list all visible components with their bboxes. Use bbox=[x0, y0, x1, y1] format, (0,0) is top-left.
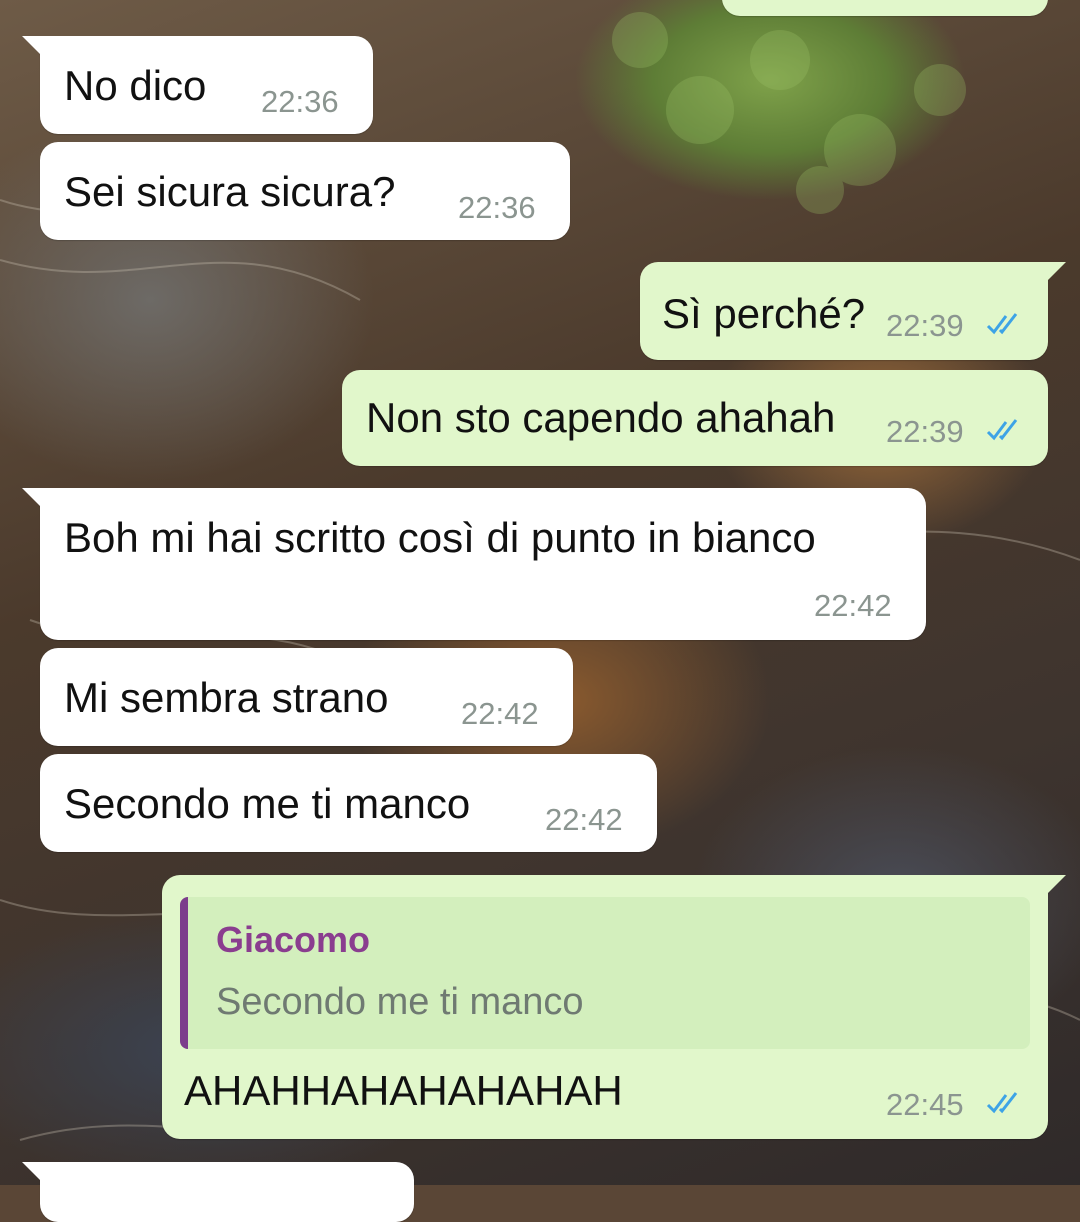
message-bubble-outgoing[interactable]: Sì perché? 22:39 bbox=[640, 262, 1066, 360]
message-text: AHAHHAHAHAHAHAH bbox=[184, 1067, 623, 1114]
message-time: 22:36 bbox=[261, 84, 339, 119]
message-bubble-partial-bottom[interactable] bbox=[22, 1162, 414, 1222]
message-text: Sei sicura sicura? bbox=[64, 168, 396, 215]
message-text: Mi sembra strano bbox=[64, 674, 389, 721]
message-bubble-outgoing-reply[interactable]: Giacomo Secondo me ti manco AHAHHAHAHAHA… bbox=[162, 875, 1066, 1139]
message-bubble-incoming[interactable]: Mi sembra strano 22:42 bbox=[40, 648, 573, 746]
message-bubble-outgoing[interactable]: Non sto capendo ahahah 22:39 bbox=[342, 370, 1048, 466]
message-text: Boh mi hai scritto così di punto in bian… bbox=[64, 514, 816, 561]
quoted-message[interactable]: Giacomo Secondo me ti manco bbox=[180, 897, 1030, 1049]
message-bubble-partial-top[interactable] bbox=[722, 0, 1048, 16]
message-text: Secondo me ti manco bbox=[64, 780, 471, 827]
double-check-icon bbox=[986, 1092, 1018, 1114]
double-check-icon bbox=[986, 313, 1018, 335]
message-bubble-incoming[interactable]: Secondo me ti manco 22:42 bbox=[40, 754, 657, 852]
message-time: 22:39 bbox=[886, 308, 964, 343]
message-time: 22:42 bbox=[545, 802, 623, 837]
quote-accent-bar bbox=[180, 897, 188, 1049]
message-text: Non sto capendo ahahah bbox=[366, 394, 836, 441]
message-time: 22:45 bbox=[886, 1087, 964, 1122]
message-bubble-incoming[interactable]: No dico 22:36 bbox=[22, 36, 373, 134]
message-text: Sì perché? bbox=[662, 290, 866, 337]
message-bubble-incoming[interactable]: Boh mi hai scritto così di punto in bian… bbox=[22, 488, 926, 640]
double-check-icon bbox=[986, 419, 1018, 441]
quoted-text: Secondo me ti manco bbox=[216, 981, 584, 1023]
message-time: 22:42 bbox=[461, 696, 539, 731]
message-time: 22:39 bbox=[886, 414, 964, 449]
message-time: 22:36 bbox=[458, 190, 536, 225]
quoted-sender-name: Giacomo bbox=[216, 919, 371, 960]
message-bubble-incoming[interactable]: Sei sicura sicura? 22:36 bbox=[40, 142, 570, 240]
message-text: No dico bbox=[64, 62, 207, 109]
message-time: 22:42 bbox=[814, 588, 892, 623]
